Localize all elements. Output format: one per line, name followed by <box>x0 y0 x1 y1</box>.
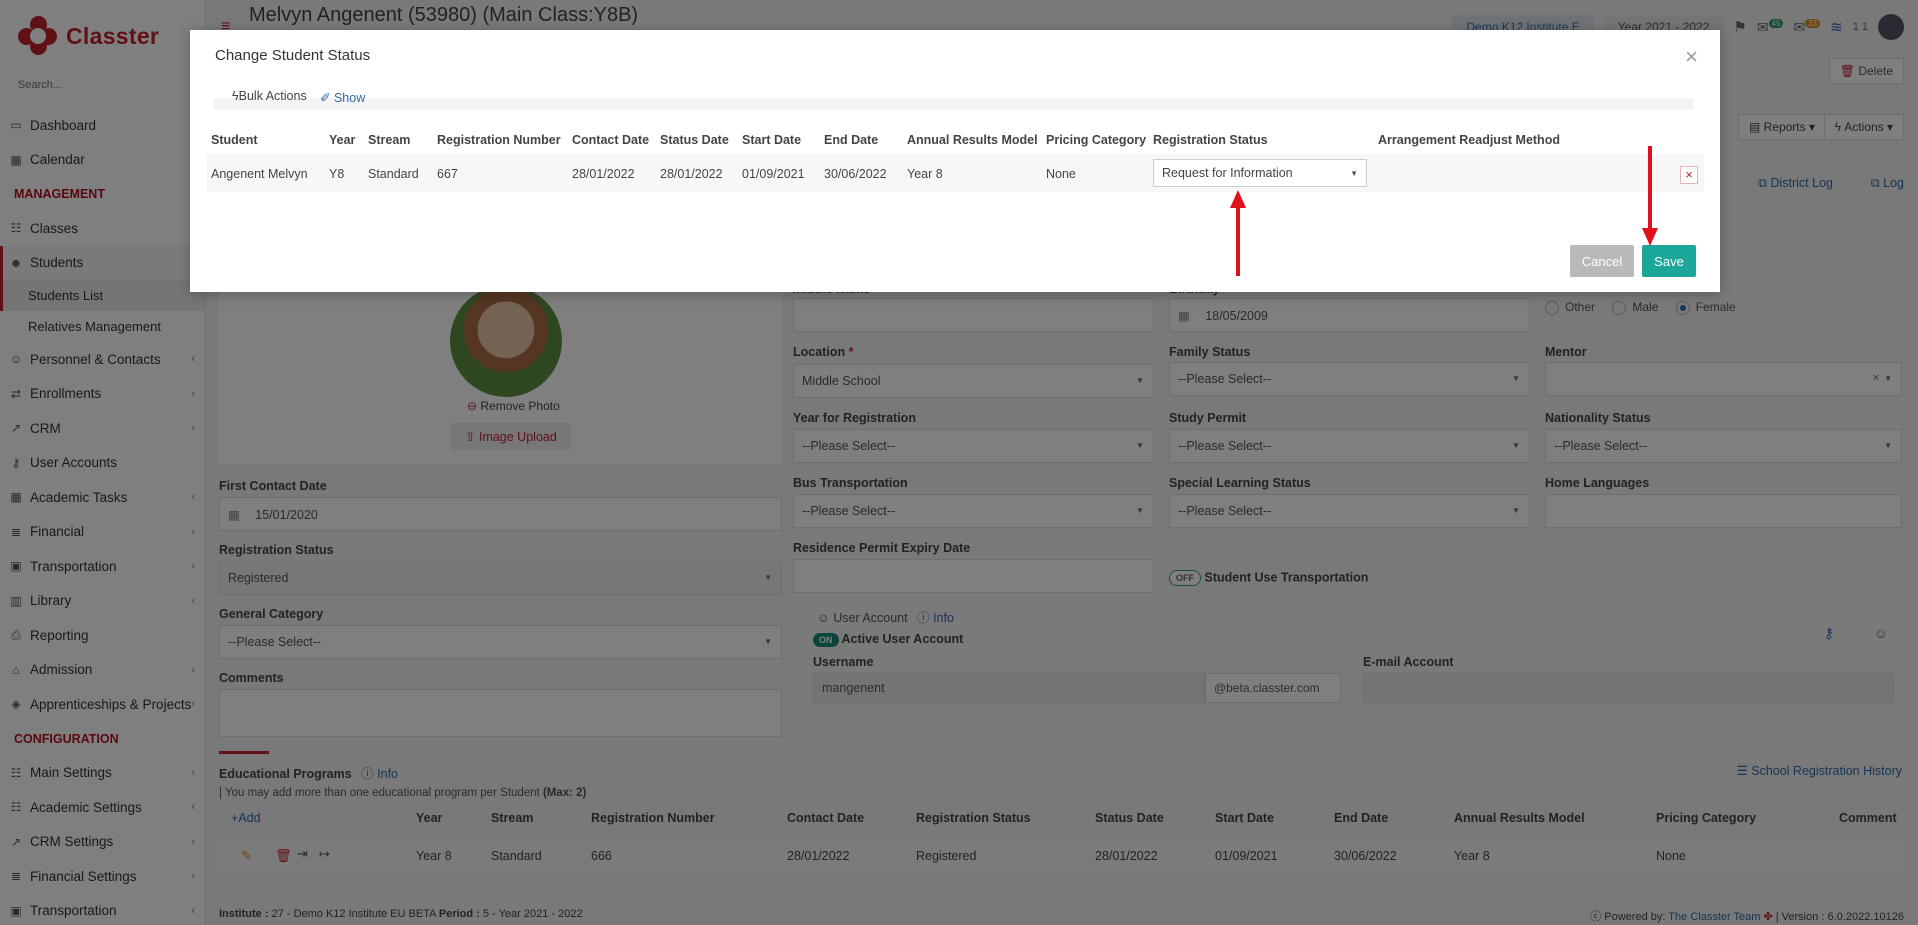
cell-stream: Standard <box>368 167 419 181</box>
annotation-arrow-up <box>1230 190 1246 276</box>
cell-pricing-category: None <box>1046 167 1076 181</box>
cell-status-date: 28/01/2022 <box>660 167 723 181</box>
col-registration-number: Registration Number <box>437 133 561 147</box>
dropdown-arrow-icon: ▼ <box>1350 169 1358 178</box>
cell-year: Y8 <box>329 167 345 181</box>
col-contact-date: Contact Date <box>572 133 650 147</box>
remove-row-icon[interactable]: × <box>1680 166 1698 184</box>
cancel-button[interactable]: Cancel <box>1570 245 1634 277</box>
col-student: Student <box>211 133 258 147</box>
registration-status-select[interactable]: Request for Information ▼ <box>1153 159 1367 187</box>
cell-annual-results: Year 8 <box>907 167 943 181</box>
annotation-arrow-down <box>1642 146 1658 246</box>
cell-student: Angenent Melvyn <box>211 167 308 181</box>
col-start-date: Start Date <box>742 133 802 147</box>
bulk-actions-bar <box>214 80 1694 110</box>
bulk-actions-label: ϟBulk Actions <box>232 89 307 103</box>
col-status-date: Status Date <box>660 133 729 147</box>
col-stream: Stream <box>368 133 411 147</box>
cell-end-date: 30/06/2022 <box>824 167 887 181</box>
cell-registration-number: 667 <box>437 167 458 181</box>
cell-start-date: 01/09/2021 <box>742 167 805 181</box>
modal-title: Change Student Status <box>215 47 371 64</box>
table-row <box>206 154 1704 192</box>
col-end-date: End Date <box>824 133 879 147</box>
cell-contact-date: 28/01/2022 <box>572 167 635 181</box>
col-year: Year <box>329 133 356 147</box>
col-registration-status: Registration Status <box>1153 133 1268 147</box>
col-arrangement: Arrangement Readjust Method <box>1378 133 1560 147</box>
bulk-actions-strip <box>214 98 1694 110</box>
bolt-icon: ϟ <box>232 89 239 103</box>
close-icon[interactable]: × <box>1685 44 1698 70</box>
save-button[interactable]: Save <box>1642 245 1696 277</box>
col-pricing-category: Pricing Category <box>1046 133 1147 147</box>
change-status-modal: Change Student Status × ϟBulk Actions ✐ … <box>190 30 1720 292</box>
pin-icon: ✐ <box>320 91 331 105</box>
col-annual-results: Annual Results Model <box>907 133 1038 147</box>
bulk-show-link[interactable]: ✐ Show <box>320 90 365 105</box>
